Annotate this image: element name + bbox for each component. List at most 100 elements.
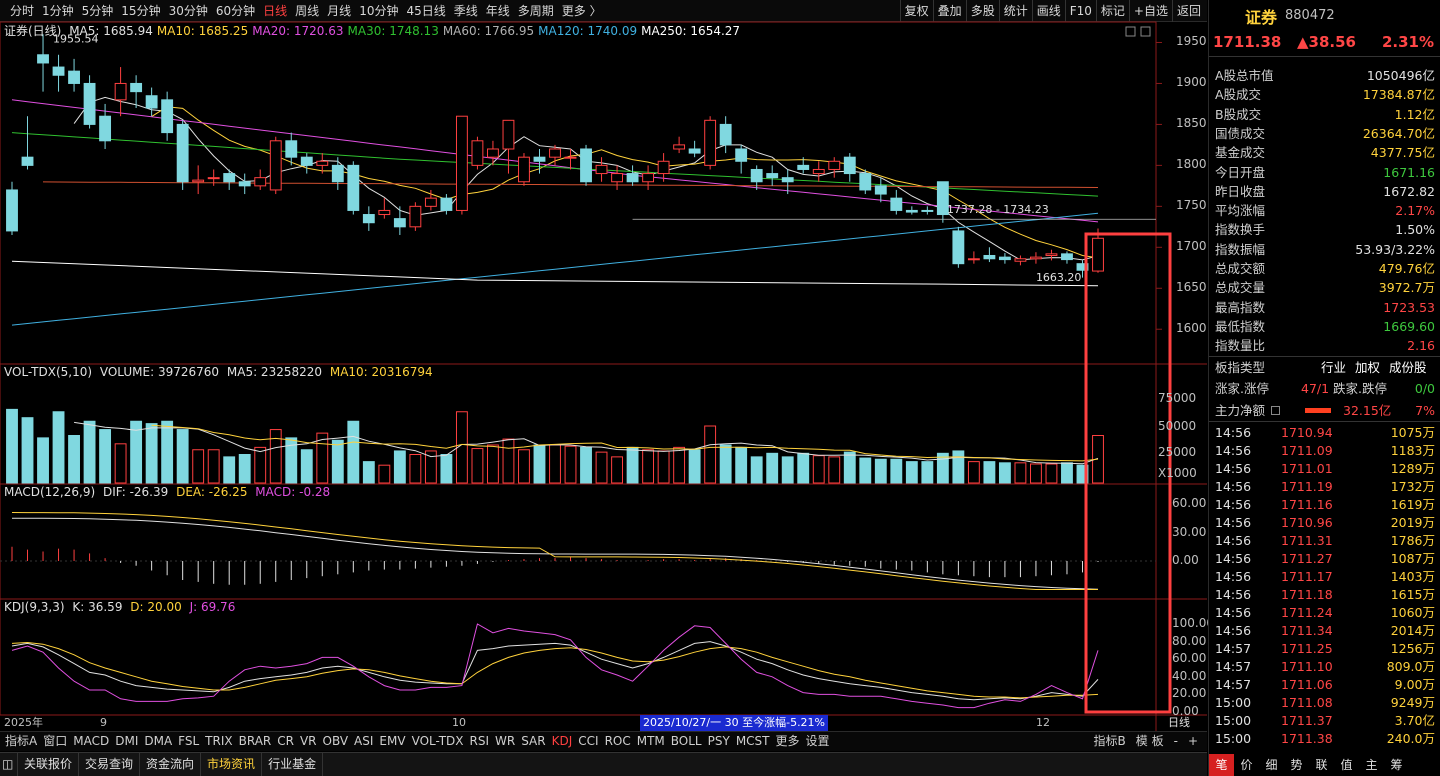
indicator-tab-4[interactable]: DMA	[141, 732, 175, 751]
tick-time-8: 14:56	[1215, 569, 1252, 584]
quote-change: ▲38.56	[1297, 33, 1356, 51]
indicator-right-2[interactable]: -	[1169, 732, 1183, 751]
mainflow-bar	[1305, 408, 1331, 413]
candle-body-53	[828, 160, 841, 170]
stat-label-11: 总成交量	[1215, 280, 1266, 296]
volume-bar-40	[626, 446, 639, 484]
indicator-tab-17[interactable]: KDJ	[549, 732, 576, 751]
candle-body-19	[300, 156, 313, 166]
indicator-tab-14[interactable]: RSI	[467, 732, 493, 751]
indicator-tab-6[interactable]: TRIX	[202, 732, 235, 751]
bottom-tab-4[interactable]: 行业基金	[262, 753, 324, 776]
bottom-tab-0[interactable]: 关联报价	[18, 753, 80, 776]
indicator-tab-21[interactable]: BOLL	[668, 732, 705, 751]
tick-tab-4[interactable]: 联	[1309, 754, 1334, 776]
stat-label-14: 指数量比	[1215, 338, 1266, 354]
volume-bar-68	[1061, 462, 1073, 484]
board-weighted[interactable]: 加权	[1355, 358, 1380, 377]
candle-body-68	[1061, 253, 1073, 261]
board-constituents[interactable]: 成份股	[1389, 358, 1427, 377]
candle-body-52	[812, 168, 825, 175]
tick-tab-2[interactable]: 细	[1259, 754, 1284, 776]
volume-bar-13	[207, 449, 220, 484]
macd-legend: MACD(12,26,9) DIF: -26.39 DEA: -26.25 MA…	[4, 484, 334, 500]
tick-tab-3[interactable]: 势	[1284, 754, 1309, 776]
tick-tab-6[interactable]: 主	[1359, 754, 1384, 776]
candle-body-14	[223, 173, 236, 183]
tick-volume-9: 1615万	[1390, 587, 1435, 602]
indicator-tab-11[interactable]: ASI	[351, 732, 376, 751]
indicator-tab-20[interactable]: MTM	[634, 732, 668, 751]
volume-bar-34	[533, 444, 546, 484]
ma-legend-6: MA250: 1654.27	[641, 24, 741, 38]
collapse-icon[interactable]: ◫	[0, 753, 18, 776]
tick-row-8: 14:56 1711.17 1403万	[1209, 568, 1440, 586]
indicator-tab-19[interactable]: ROC	[602, 732, 634, 751]
tick-price-7: 1711.27	[1281, 551, 1333, 566]
indicator-tab-12[interactable]: EMV	[376, 732, 408, 751]
volume-bar-17	[269, 429, 282, 484]
candle-body-10	[161, 99, 174, 134]
indicator-tab-2[interactable]: MACD	[70, 732, 112, 751]
bottom-tab-bar: ◫ 关联报价 交易查询 资金流向 市场资讯 行业基金	[0, 752, 1207, 776]
indicator-tab-18[interactable]: CCI	[575, 732, 601, 751]
indicator-tab-5[interactable]: FSL	[175, 732, 202, 751]
indicator-tab-22[interactable]: PSY	[705, 732, 733, 751]
volume-tick-3: X1000	[1158, 466, 1197, 480]
candle-body-20	[316, 160, 329, 166]
indicator-right-1[interactable]: 模 板	[1131, 732, 1169, 751]
indicator-tab-15[interactable]: WR	[492, 732, 518, 751]
tick-price-17: 1711.38	[1281, 731, 1333, 746]
indicator-tab-23[interactable]: MCST	[733, 732, 773, 751]
indicator-right-0[interactable]: 指标B	[1089, 732, 1131, 751]
indicator-tab-16[interactable]: SAR	[518, 732, 548, 751]
tick-volume-0: 1075万	[1390, 425, 1435, 440]
indicator-tab-24[interactable]: 更多	[773, 732, 803, 751]
stat-label-5: 今日开盘	[1215, 164, 1266, 180]
stat-row-2: B股成交 1.12亿	[1209, 105, 1440, 124]
board-industry[interactable]: 行业	[1321, 358, 1346, 377]
tick-tab-0[interactable]: 笔	[1209, 754, 1234, 776]
indicator-tab-1[interactable]: 窗口	[40, 732, 70, 751]
volume-bar-63	[983, 461, 996, 484]
tick-tab-5[interactable]: 值	[1334, 754, 1359, 776]
volume-ma5: MA5: 23258220	[226, 365, 323, 379]
indicator-tab-8[interactable]: CR	[274, 732, 297, 751]
bottom-tab-2[interactable]: 资金流向	[140, 753, 202, 776]
indicator-tab-7[interactable]: BRAR	[236, 732, 275, 751]
indicator-tab-0[interactable]: 指标A	[2, 732, 40, 751]
mainflow-icon[interactable]	[1271, 406, 1280, 415]
stat-row-11: 总成交量 3972.7万	[1209, 278, 1440, 297]
stat-value-10: 479.76亿	[1378, 261, 1435, 276]
tick-time-3: 14:56	[1215, 479, 1252, 494]
bottom-tab-3[interactable]: 市场资讯	[201, 753, 263, 776]
tick-volume-13: 809.0万	[1386, 659, 1435, 674]
indicator-tab-25[interactable]: 设置	[803, 732, 833, 751]
tick-tab-7[interactable]: 筹	[1384, 754, 1409, 776]
candle-body-47	[735, 148, 748, 162]
stat-row-3: 国债成交 26364.70亿	[1209, 124, 1440, 143]
down-label: 跌家.跌停	[1333, 381, 1387, 396]
indicator-tab-9[interactable]: VR	[297, 732, 320, 751]
indicator-tab-3[interactable]: DMI	[112, 732, 141, 751]
quote-name: 证券	[1245, 8, 1278, 27]
candle-body-36	[564, 156, 577, 159]
tick-price-13: 1711.10	[1281, 659, 1333, 674]
candle-body-63	[983, 254, 996, 260]
indicator-right-3[interactable]: +	[1183, 732, 1203, 751]
bottom-tab-1[interactable]: 交易查询	[79, 753, 141, 776]
stat-value-3: 26364.70亿	[1362, 125, 1435, 141]
tick-tab-1[interactable]: 价	[1234, 754, 1259, 776]
tick-row-3: 14:56 1711.19 1732万	[1209, 478, 1440, 496]
indicator-tab-10[interactable]: OBV	[320, 732, 352, 751]
volume-bar-62	[967, 461, 980, 484]
indicator-tab-13[interactable]: VOL-TDX	[409, 732, 467, 751]
kdj-j: J: 69.76	[189, 600, 236, 614]
stat-row-7: 平均涨幅 2.17%	[1209, 201, 1440, 220]
candle-body-57	[890, 197, 903, 211]
volume-bar-21	[331, 439, 344, 484]
stat-label-3: 国债成交	[1215, 125, 1266, 141]
candle-body-44	[688, 148, 701, 154]
volume-bar-60	[936, 452, 949, 484]
candle-body-49	[766, 173, 779, 179]
